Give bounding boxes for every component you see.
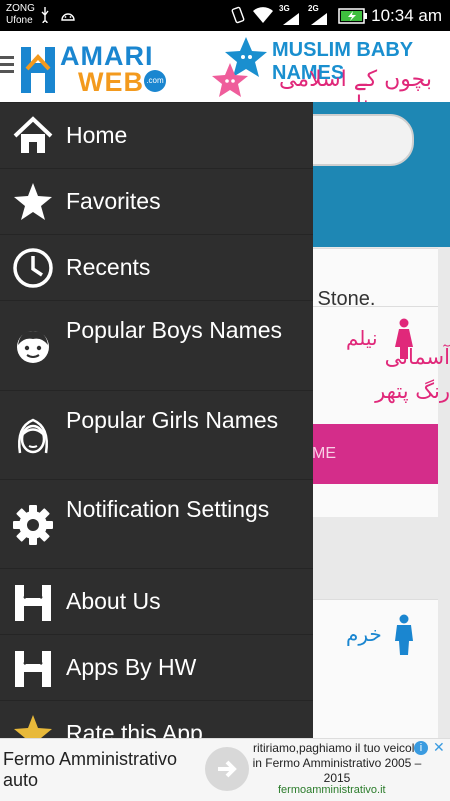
logo-suffix: .com	[144, 70, 166, 92]
hw-logo-icon	[15, 651, 51, 687]
navigation-drawer: Home Favorites Recents Popular Boys Name…	[0, 102, 313, 738]
gear-icon	[13, 505, 53, 545]
drawer-item-popular-boys[interactable]: Popular Boys Names	[0, 300, 313, 391]
carrier-1: ZONG	[6, 3, 35, 14]
name-meaning: s Stone.	[302, 288, 376, 310]
signal-icon	[311, 13, 327, 25]
ad-banner[interactable]: Fermo Amministrativo auto ritiriamo,pagh…	[0, 738, 450, 801]
drawer-item-rate-app[interactable]: Rate this App	[0, 700, 313, 738]
male-icon	[395, 614, 413, 655]
drawer-item-about-us[interactable]: About Us	[0, 568, 313, 635]
android-debug-icon	[61, 13, 75, 21]
drawer-item-label: Favorites	[66, 188, 161, 214]
drawer-item-home[interactable]: Home	[0, 102, 313, 169]
app-header: AMARI WEB .com MUSLIM BABY NAMES بچوں کے…	[0, 31, 450, 117]
signal-icon	[283, 13, 299, 25]
drawer-item-label: Popular Girls Names	[66, 407, 279, 433]
hamariweb-logo-icon[interactable]	[17, 39, 59, 95]
ad-info-icon[interactable]: i	[414, 741, 428, 755]
boy-face-icon	[17, 331, 49, 363]
arrow-right-icon	[218, 760, 237, 778]
carrier-2: Ufone	[6, 15, 33, 26]
drawer-item-popular-girls[interactable]: Popular Girls Names	[0, 390, 313, 480]
vibrate-icon	[231, 6, 245, 24]
clock-icon	[13, 248, 53, 288]
girl-face-icon	[18, 418, 48, 454]
ad-domain[interactable]: fermoamministrativo.it	[278, 784, 386, 796]
status-bar: ZONG Ufone 3G 2G 10:34 am	[0, 0, 450, 31]
drawer-item-label: Recents	[66, 254, 151, 280]
drawer-item-label: Home	[66, 122, 128, 148]
ad-close-icon[interactable]: ✕	[433, 739, 445, 756]
ad-body-text: ritiriamo,paghiamo il tuo veicolo in Fer…	[252, 741, 422, 785]
drawer-item-label: About Us	[66, 588, 161, 614]
ad-title[interactable]: Fermo Amministrativo auto	[3, 749, 203, 791]
rating-star-icon	[14, 715, 52, 738]
drawer-item-recents[interactable]: Recents	[0, 234, 313, 301]
stars-logo-icon	[212, 37, 267, 97]
drawer-item-label: Rate this App	[66, 720, 203, 738]
name-urdu: خرم	[346, 622, 382, 646]
usb-icon	[41, 7, 49, 23]
home-icon	[13, 116, 53, 153]
drawer-item-apps-by-hw[interactable]: Apps By HW	[0, 634, 313, 701]
drawer-item-label: Notification Settings	[66, 496, 270, 522]
clock-time: 10:34 am	[371, 6, 442, 25]
menu-icon[interactable]	[0, 56, 14, 77]
drawer-item-label: Apps By HW	[66, 654, 197, 680]
ad-go-button[interactable]	[205, 747, 249, 791]
drawer-item-label: Popular Boys Names	[66, 317, 283, 343]
name-details-button-label: ME	[312, 445, 336, 462]
drawer-item-favorites[interactable]: Favorites	[0, 168, 313, 235]
battery-icon	[338, 8, 367, 24]
wifi-icon	[253, 7, 273, 23]
hw-logo-icon	[15, 585, 51, 621]
star-icon	[14, 183, 52, 220]
drawer-item-notification-settings[interactable]: Notification Settings	[0, 479, 313, 569]
name-meaning-urdu: آسمانی رنگ پتھر	[375, 345, 450, 403]
logo-text-line2: WEB	[78, 67, 144, 97]
